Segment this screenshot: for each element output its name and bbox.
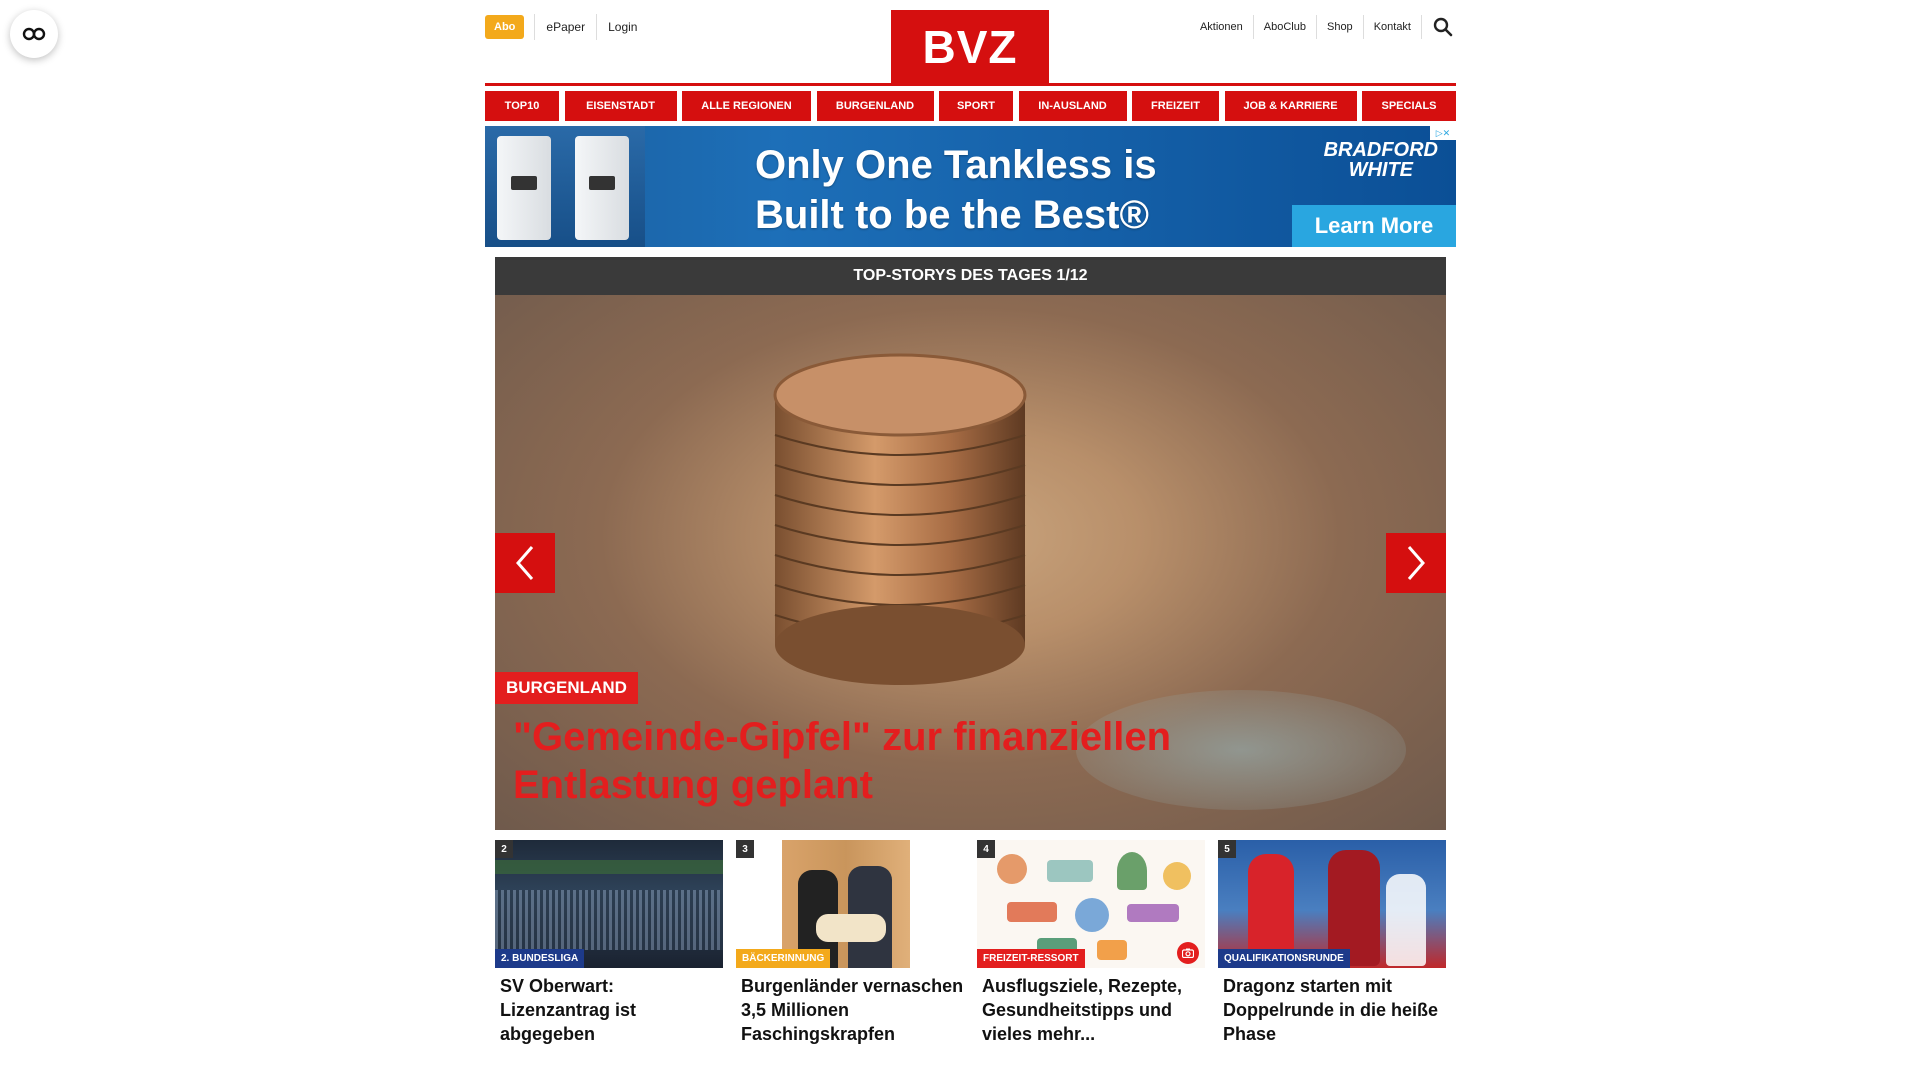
teaser-image-krapfen[interactable]: 3 BÄCKERINNUNG bbox=[736, 840, 964, 968]
ad-product-image bbox=[485, 126, 645, 247]
chevron-right-icon bbox=[1407, 546, 1425, 580]
camera-icon bbox=[1177, 942, 1199, 964]
slider-next-button[interactable] bbox=[1386, 533, 1446, 593]
main-nav: TOP10 EISENSTADT ALLE REGIONEN BURGENLAN… bbox=[485, 91, 1456, 121]
chevron-left-icon bbox=[516, 546, 534, 580]
header-left: Abo ePaper Login bbox=[485, 14, 648, 40]
aboclub-link[interactable]: AboClub bbox=[1254, 15, 1317, 39]
slider-image[interactable]: BURGENLAND "Gemeinde-Gipfel" zur finanzi… bbox=[495, 295, 1446, 830]
teaser-title[interactable]: SV Oberwart: Lizenzantrag ist abgegeben bbox=[495, 974, 723, 1046]
nav-eisenstadt[interactable]: EISENSTADT bbox=[564, 91, 677, 121]
teaser-title[interactable]: Dragonz starten mit Doppelrunde in die h… bbox=[1218, 974, 1446, 1046]
teaser-category: 2. BUNDESLIGA bbox=[495, 949, 585, 968]
teaser-title[interactable]: Burgenländer vernaschen 3,5 Millionen Fa… bbox=[736, 974, 964, 1046]
site-header: Abo ePaper Login BVZ Aktionen AboClub Sh… bbox=[485, 0, 1456, 86]
epaper-link[interactable]: ePaper bbox=[534, 14, 596, 40]
nav-top10[interactable]: TOP10 bbox=[485, 91, 559, 121]
slide-headline[interactable]: "Gemeinde-Gipfel" zur finanziellen Entla… bbox=[513, 713, 1313, 809]
coin-stack-image bbox=[773, 353, 1027, 685]
teaser-number: 5 bbox=[1218, 840, 1236, 858]
teaser-image-illustration[interactable]: 4 FREIZEIT-RESSORT bbox=[977, 840, 1205, 968]
ad-headline-line1: Only One Tankless is bbox=[755, 143, 1157, 187]
abo-button[interactable]: Abo bbox=[485, 15, 525, 39]
teaser-category: QUALIFIKATIONSRUNDE bbox=[1218, 949, 1350, 968]
shop-link[interactable]: Shop bbox=[1317, 15, 1364, 39]
teaser-card[interactable]: 5 QUALIFIKATIONSRUNDE Dragonz starten mi… bbox=[1218, 840, 1446, 1046]
kontakt-link[interactable]: Kontakt bbox=[1364, 15, 1422, 39]
slide-category-badge[interactable]: BURGENLAND bbox=[495, 672, 638, 704]
ad-cta-button[interactable]: Learn More bbox=[1292, 205, 1456, 247]
teaser-number: 2 bbox=[495, 840, 513, 858]
nav-burgenland[interactable]: BURGENLAND bbox=[816, 91, 934, 121]
ad-banner[interactable]: Only One Tankless is Built to be the Bes… bbox=[485, 126, 1456, 247]
slider-prev-button[interactable] bbox=[495, 533, 555, 593]
nav-in-ausland[interactable]: IN-AUSLAND bbox=[1018, 91, 1127, 121]
login-link[interactable]: Login bbox=[596, 14, 648, 40]
teaser-category: BÄCKERINNUNG bbox=[736, 949, 831, 968]
nav-alle-regionen[interactable]: ALLE REGIONEN bbox=[682, 91, 811, 121]
ad-brand-line2: WHITE bbox=[1348, 159, 1413, 181]
teaser-image-stadium[interactable]: 2 2. BUNDESLIGA bbox=[495, 840, 723, 968]
top-stories-slider: TOP-STORYS DES TAGES 1/12 BURGENLAND "Ge… bbox=[495, 257, 1446, 830]
aktionen-link[interactable]: Aktionen bbox=[1190, 15, 1254, 39]
ad-choices-icon[interactable]: ▷✕ bbox=[1430, 126, 1456, 140]
ad-brand-line1: BRADFORD bbox=[1323, 139, 1438, 161]
bvz-logo[interactable]: BVZ bbox=[891, 10, 1049, 84]
glasses-icon bbox=[22, 27, 46, 41]
nav-job-karriere[interactable]: JOB & KARRIERE bbox=[1224, 91, 1357, 121]
teaser-number: 3 bbox=[736, 840, 754, 858]
ad-brand-logo: BRADFORD WHITE bbox=[1324, 140, 1438, 180]
nav-freizeit[interactable]: FREIZEIT bbox=[1132, 91, 1219, 121]
header-right: Aktionen AboClub Shop Kontakt bbox=[1190, 14, 1456, 40]
ad-headline-line2: Built to be the Best® bbox=[755, 193, 1149, 237]
slider-heading: TOP-STORYS DES TAGES 1/12 bbox=[495, 257, 1446, 295]
search-icon[interactable] bbox=[1430, 14, 1456, 40]
teaser-list: 2 2. BUNDESLIGA SV Oberwart: Lizenzantra… bbox=[495, 840, 1446, 1046]
teaser-card[interactable]: 4 FREIZEIT-RESSORT Ausflugsziele, Rezept… bbox=[977, 840, 1205, 1046]
teaser-category: FREIZEIT-RESSORT bbox=[977, 949, 1085, 968]
nav-specials[interactable]: SPECIALS bbox=[1362, 91, 1456, 121]
ad-headline: Only One Tankless is Built to be the Bes… bbox=[755, 140, 1157, 240]
teaser-card[interactable]: 3 BÄCKERINNUNG Burgenländer vernaschen 3… bbox=[736, 840, 964, 1046]
teaser-title[interactable]: Ausflugsziele, Rezepte, Gesundheitstipps… bbox=[977, 974, 1205, 1046]
nav-sport[interactable]: SPORT bbox=[939, 91, 1013, 121]
page-container: Abo ePaper Login BVZ Aktionen AboClub Sh… bbox=[485, 0, 1456, 1046]
teaser-card[interactable]: 2 2. BUNDESLIGA SV Oberwart: Lizenzantra… bbox=[495, 840, 723, 1046]
reader-mode-button[interactable] bbox=[10, 10, 58, 58]
teaser-number: 4 bbox=[977, 840, 995, 858]
teaser-image-basketball[interactable]: 5 QUALIFIKATIONSRUNDE bbox=[1218, 840, 1446, 968]
